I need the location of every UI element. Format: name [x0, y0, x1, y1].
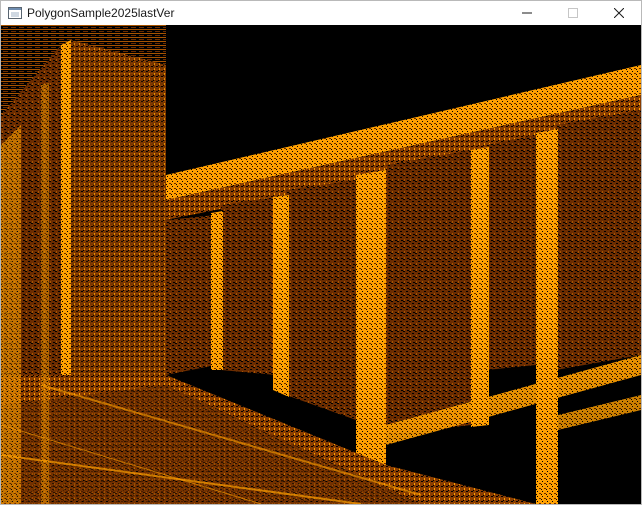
wall-panel-4: [386, 150, 471, 435]
minimize-icon: [522, 12, 532, 14]
close-button[interactable]: [596, 1, 641, 25]
pillar-4: [471, 147, 489, 427]
pillar-2: [273, 195, 289, 397]
wall-panel-6: [556, 110, 641, 370]
pillar-5: [536, 129, 558, 504]
app-window: PolygonSample2025lastVer: [0, 0, 642, 505]
pillar-1: [211, 211, 223, 370]
app-window-icon: [8, 7, 22, 19]
left-vertical-pole: [41, 83, 49, 504]
wall-panel-3: [286, 180, 356, 420]
wall-panel-2: [221, 197, 276, 375]
maximize-button[interactable]: [550, 1, 596, 25]
wall-panel-5: [486, 135, 536, 370]
pillar-3: [356, 170, 386, 465]
maximize-icon: [568, 8, 578, 18]
title-bar[interactable]: PolygonSample2025lastVer: [1, 1, 641, 25]
window-title: PolygonSample2025lastVer: [27, 6, 175, 20]
left-bright-strip: [1, 125, 21, 504]
rendered-3d-scene: [1, 25, 641, 504]
close-icon: [614, 8, 624, 18]
game-viewport[interactable]: [1, 25, 641, 504]
wall-panel-1: [166, 215, 216, 375]
minimize-button[interactable]: [504, 1, 550, 25]
